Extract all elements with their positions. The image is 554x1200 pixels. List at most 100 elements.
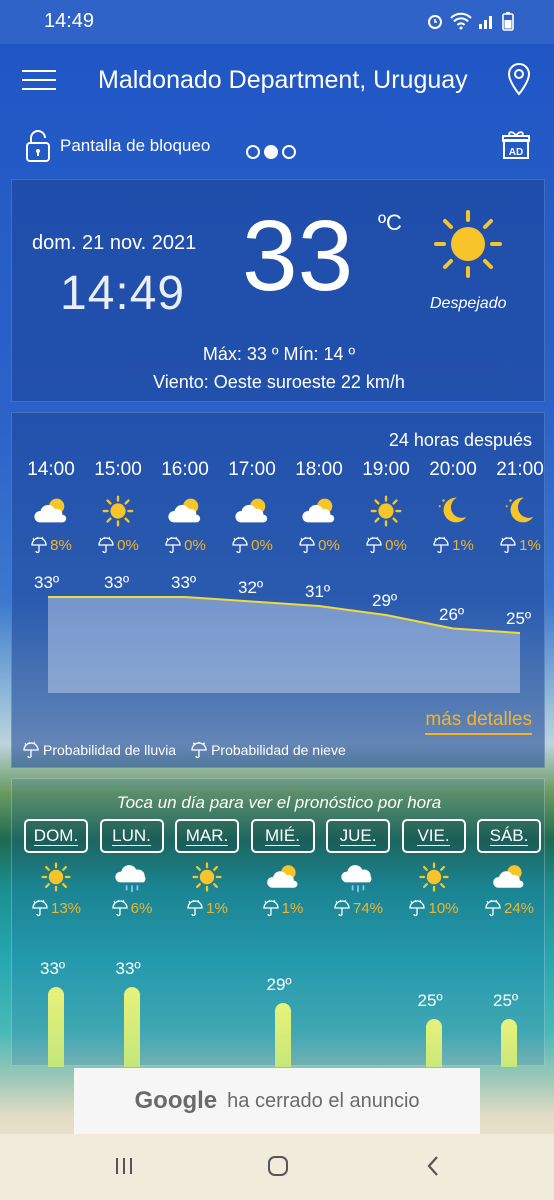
hour-rain-prob: 8%	[16, 533, 86, 557]
day-icon	[477, 855, 541, 899]
hour-pop-value: 0%	[318, 536, 340, 554]
hour-time: 17:00	[228, 459, 276, 480]
recent-apps-icon[interactable]	[112, 1154, 136, 1178]
hour-icon	[284, 489, 354, 533]
hour-rain-prob: 0%	[351, 533, 421, 557]
umbrella-rain-icon	[485, 899, 501, 917]
hour-item[interactable]: 17:00 0%	[217, 459, 287, 557]
umbrella-rain-icon	[112, 899, 128, 917]
more-details-link[interactable]: más detalles	[425, 709, 532, 735]
hour-item[interactable]: 15:00 0%	[83, 459, 153, 557]
hourly-list[interactable]: 14:00 8% 15:00 0% 16:00 0% 17:00 0% 18:00 0% 19:00…	[12, 459, 546, 579]
menu-icon[interactable]	[22, 70, 56, 96]
day-temp-bar	[501, 1019, 517, 1067]
hour-item[interactable]: 18:00 0%	[284, 459, 354, 557]
wifi-icon	[450, 12, 472, 30]
partly-cloudy-icon	[493, 865, 524, 888]
hour-temp-label: 29º	[372, 591, 398, 610]
umbrella-rain-icon	[98, 536, 114, 554]
day-item[interactable]: JUE. 74%	[326, 819, 390, 917]
hour-time: 19:00	[362, 459, 410, 480]
day-temp-bar	[123, 987, 140, 1067]
day-button[interactable]: LUN.	[99, 819, 164, 853]
day-item[interactable]: SÁB. 24%	[477, 819, 541, 917]
umbrella-rain-icon	[32, 899, 48, 917]
sun-icon	[192, 862, 222, 892]
unlock-icon[interactable]	[24, 129, 52, 163]
daily-list: DOM. 13% LUN. 6% MAR. 1% MIÉ. 1% JUE. 74% VIE. 10% S…	[24, 819, 548, 939]
ad-closed-banner[interactable]: Google ha cerrado el anuncio	[74, 1068, 480, 1134]
home-icon[interactable]	[266, 1154, 290, 1178]
umbrella-rain-icon	[409, 899, 426, 917]
hour-rain-prob: 1%	[485, 533, 546, 557]
umbrella-rain-icon	[165, 536, 181, 554]
hour-rain-prob: 0%	[217, 533, 287, 557]
hour-pop-value: 0%	[117, 536, 139, 554]
app-header: Maldonado Department, Uruguay	[0, 56, 554, 106]
day-item[interactable]: MAR. 1%	[175, 819, 239, 917]
partly-cloudy-icon	[302, 498, 335, 523]
lockscreen-label[interactable]: Pantalla de bloqueo	[60, 136, 210, 156]
system-nav-bar	[0, 1134, 554, 1200]
sun-icon	[102, 495, 134, 527]
day-pop-value: 74%	[352, 899, 384, 917]
max-min-temp: Máx: 33 º Mín: 14 º	[202, 344, 356, 364]
hour-item[interactable]: 16:00 0%	[150, 459, 220, 557]
legend-rain-label: Probabilidad de lluvia	[43, 742, 177, 758]
hour-time: 18:00	[295, 459, 343, 480]
hour-item[interactable]: 20:00 1%	[418, 459, 488, 557]
day-item[interactable]: DOM. 13%	[24, 819, 88, 917]
hour-item[interactable]: 19:00 0%	[351, 459, 421, 557]
day-rain-prob: 10%	[402, 899, 466, 917]
day-label: VIE.	[417, 825, 450, 846]
partly-cloudy-icon	[34, 498, 67, 523]
hour-icon	[217, 489, 287, 533]
city-title[interactable]: Maldonado Department, Uruguay	[98, 66, 486, 95]
hour-item[interactable]: 21:00 1%	[485, 459, 546, 557]
page-dot[interactable]	[246, 145, 260, 159]
hour-time: 20:00	[429, 459, 477, 480]
day-button[interactable]: DOM.	[24, 819, 88, 853]
day-button[interactable]: JUE.	[326, 819, 390, 853]
day-temp-label: 33º	[115, 959, 141, 978]
day-button[interactable]: SÁB.	[477, 819, 541, 853]
day-rain-prob: 24%	[477, 899, 541, 917]
back-icon[interactable]	[422, 1154, 446, 1178]
cloud-rain-icon	[341, 865, 372, 893]
page-dot[interactable]	[282, 145, 296, 159]
day-item[interactable]: VIE. 10%	[401, 819, 466, 917]
day-pop-value: 6%	[130, 899, 153, 917]
legend-rain: Probabilidad de lluvia	[22, 741, 176, 759]
hour-pop-value: 1%	[519, 536, 541, 554]
location-pin-icon[interactable]	[506, 62, 532, 98]
temperature-unit[interactable]: ºC	[378, 210, 402, 236]
wind-info: Viento: Oeste suroeste 22 km/h	[153, 372, 405, 392]
ad-closed-text: ha cerrado el anuncio	[227, 1089, 420, 1112]
current-date: dom. 21 nov. 2021	[32, 232, 197, 254]
day-item[interactable]: LUN. 6%	[99, 819, 164, 917]
day-pop-value: 24%	[503, 899, 535, 917]
day-button[interactable]: MAR.	[175, 819, 239, 853]
hour-pop-value: 1%	[452, 536, 474, 554]
hourly-temperature-graph: 33º 33º 33º 32º 31º 29º 26º 25º	[12, 573, 546, 695]
day-label: LUN.	[112, 825, 151, 846]
day-item[interactable]: MIÉ. 1%	[250, 819, 315, 917]
gift-ad-icon[interactable]: AD	[502, 130, 530, 160]
umbrella-rain-icon	[299, 536, 315, 554]
day-button[interactable]: MIÉ.	[250, 819, 315, 853]
sun-icon	[434, 210, 502, 278]
current-weather-card: dom. 21 nov. 2021 14:49 33 ºC Despejado …	[11, 179, 545, 402]
current-clock: 14:49	[60, 267, 186, 320]
hour-temp-label: 33º	[34, 573, 60, 592]
page-dot-active[interactable]	[264, 145, 278, 159]
day-button[interactable]: VIE.	[401, 819, 466, 853]
day-rain-prob: 13%	[24, 899, 88, 917]
day-label: MIÉ.	[265, 825, 300, 846]
day-temp-bar	[48, 987, 64, 1067]
partly-cloudy-icon	[235, 498, 268, 523]
hour-icon	[485, 489, 546, 533]
hour-icon	[150, 489, 220, 533]
current-condition: Despejado	[430, 295, 507, 312]
day-icon	[402, 855, 466, 899]
hour-item[interactable]: 14:00 8%	[16, 459, 86, 557]
